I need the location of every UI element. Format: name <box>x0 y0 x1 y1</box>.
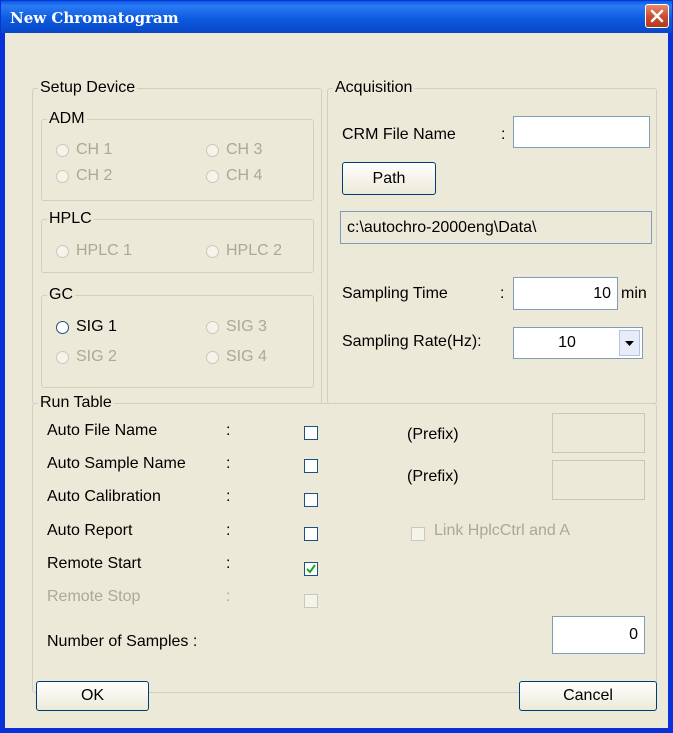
auto-sample-name-checkbox[interactable] <box>304 459 318 473</box>
title-bar[interactable]: New Chromatogram <box>1 1 672 33</box>
auto-sample-name-colon: : <box>226 455 231 472</box>
adm-label: ADM <box>47 110 87 128</box>
acquisition-label: Acquisition <box>333 79 415 97</box>
auto-report-checkbox[interactable] <box>304 527 318 541</box>
sig2-label: SIG 2 <box>76 348 117 365</box>
sig4-label: SIG 4 <box>226 348 267 365</box>
crm-file-name-label: CRM File Name <box>342 126 456 143</box>
remote-start-label: Remote Start <box>47 555 142 572</box>
radio-ch1[interactable] <box>56 144 69 157</box>
cancel-button[interactable]: Cancel <box>519 681 657 711</box>
dialog-title: New Chromatogram <box>10 9 179 27</box>
number-of-samples-label: Number of Samples : <box>47 633 198 650</box>
sampling-time-input[interactable] <box>513 277 618 310</box>
ch1-label: CH 1 <box>76 141 113 158</box>
hplc-label: HPLC <box>47 210 94 228</box>
prefix-sample-label: (Prefix) <box>407 468 459 485</box>
setup-device-label: Setup Device <box>38 79 138 97</box>
radio-hplc2[interactable] <box>206 245 219 258</box>
prefix-sample-input[interactable] <box>552 460 645 500</box>
radio-ch3[interactable] <box>206 144 219 157</box>
auto-calibration-label: Auto Calibration <box>47 488 161 505</box>
auto-file-name-checkbox[interactable] <box>304 426 318 440</box>
sampling-time-label: Sampling Time <box>342 285 448 302</box>
setup-device-group: Setup Device ADM CH 1 CH 3 CH 2 CH 4 HPL… <box>32 79 322 404</box>
close-icon <box>650 9 664 23</box>
remote-start-checkbox[interactable] <box>304 562 318 576</box>
run-table-group: Run Table Auto File Name : Auto Sample N… <box>32 394 657 693</box>
acquisition-group: Acquisition CRM File Name : Path Samplin… <box>327 79 657 404</box>
hplc2-label: HPLC 2 <box>226 242 283 259</box>
hplc-group: HPLC HPLC 1 HPLC 2 <box>41 210 314 273</box>
radio-hplc1[interactable] <box>56 245 69 258</box>
auto-file-name-label: Auto File Name <box>47 422 158 439</box>
sig3-label: SIG 3 <box>226 318 267 335</box>
path-field[interactable] <box>340 211 652 244</box>
link-hplcctrl-checkbox[interactable] <box>411 527 425 541</box>
radio-sig4[interactable] <box>206 351 219 364</box>
remote-stop-label: Remote Stop <box>47 588 141 605</box>
auto-report-label: Auto Report <box>47 522 133 539</box>
radio-ch2[interactable] <box>56 170 69 183</box>
auto-file-name-colon: : <box>226 422 231 439</box>
adm-group: ADM CH 1 CH 3 CH 2 CH 4 <box>41 110 314 201</box>
ch2-label: CH 2 <box>76 167 113 184</box>
ok-button[interactable]: OK <box>36 681 149 711</box>
dropdown-arrow-button[interactable] <box>619 330 640 356</box>
close-button[interactable] <box>645 4 669 28</box>
auto-calibration-checkbox[interactable] <box>304 493 318 507</box>
radio-sig2[interactable] <box>56 351 69 364</box>
sig1-label: SIG 1 <box>76 318 117 335</box>
sampling-time-unit: min <box>621 285 647 302</box>
auto-calibration-colon: : <box>226 488 231 505</box>
prefix-file-input[interactable] <box>552 413 645 453</box>
crm-file-name-input[interactable] <box>513 116 650 148</box>
radio-sig3[interactable] <box>206 321 219 334</box>
sampling-rate-select[interactable]: 10 <box>513 327 643 359</box>
radio-sig1[interactable] <box>56 321 69 334</box>
dialog-window: New Chromatogram Setup Device ADM CH 1 C… <box>0 0 673 733</box>
sampling-time-colon: : <box>500 285 505 302</box>
crm-file-colon: : <box>501 126 506 143</box>
hplc1-label: HPLC 1 <box>76 242 133 259</box>
ch4-label: CH 4 <box>226 167 263 184</box>
link-hplcctrl-label: Link HplcCtrl and A <box>434 522 571 539</box>
sampling-rate-label: Sampling Rate(Hz): <box>342 333 482 350</box>
checkmark-icon <box>306 564 316 574</box>
gc-label: GC <box>47 286 75 304</box>
sampling-rate-value: 10 <box>558 334 576 351</box>
number-of-samples-input[interactable] <box>552 616 645 654</box>
auto-sample-name-label: Auto Sample Name <box>47 455 186 472</box>
ch3-label: CH 3 <box>226 141 263 158</box>
prefix-file-label: (Prefix) <box>407 426 459 443</box>
run-table-label: Run Table <box>38 394 114 412</box>
remote-start-colon: : <box>226 555 231 572</box>
radio-ch4[interactable] <box>206 170 219 183</box>
gc-group: GC SIG 1 SIG 3 SIG 2 SIG 4 <box>41 286 314 388</box>
auto-report-colon: : <box>226 522 231 539</box>
path-button[interactable]: Path <box>342 162 436 195</box>
remote-stop-colon: : <box>226 588 231 605</box>
remote-stop-checkbox[interactable] <box>304 594 318 608</box>
dialog-body: Setup Device ADM CH 1 CH 3 CH 2 CH 4 HPL… <box>5 33 668 728</box>
chevron-down-icon <box>625 341 634 346</box>
